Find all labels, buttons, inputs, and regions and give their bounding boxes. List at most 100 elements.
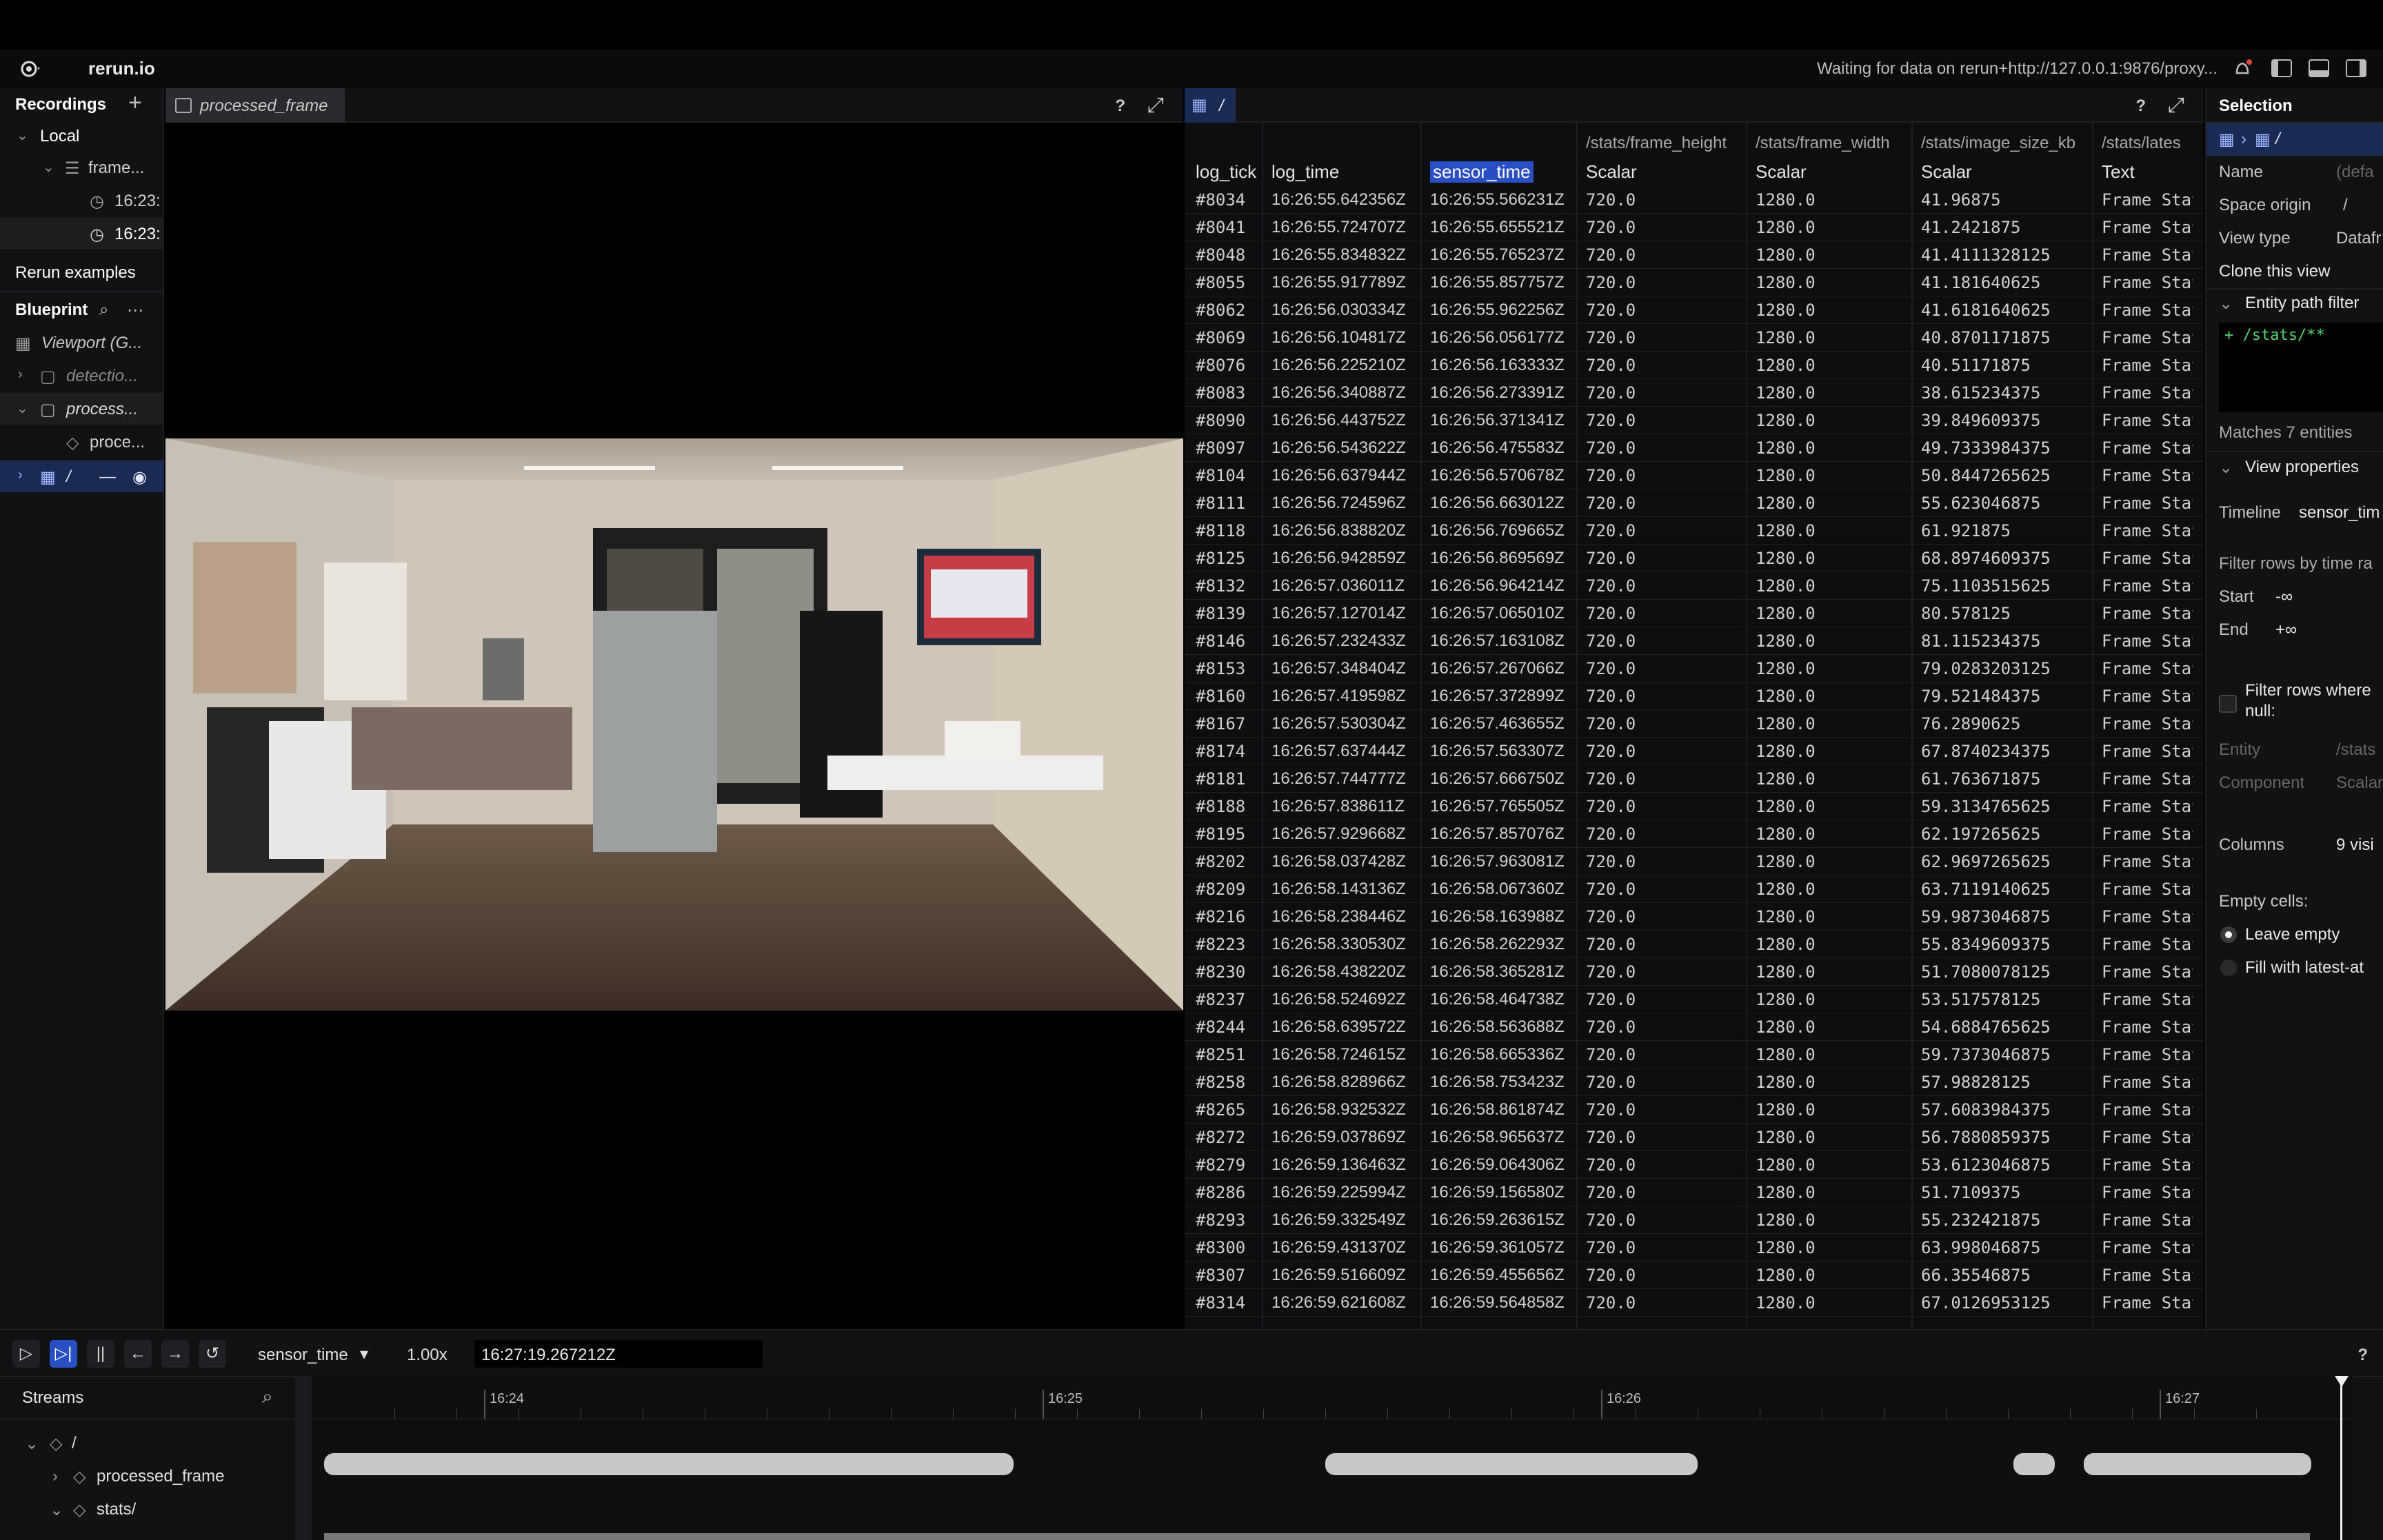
follow-icon[interactable]: ▷| [50, 1340, 77, 1368]
tree-item-processed-child[interactable]: ◇ proce... [0, 426, 164, 458]
filter-null-checkbox[interactable] [2219, 695, 2237, 713]
table-row[interactable]: #8307 16:26:59.516609Z 16:26:59.455656Z 720… [1185, 1262, 2204, 1289]
chevron-right-icon[interactable]: › [18, 367, 23, 383]
chevron-right-icon[interactable]: › [52, 1467, 58, 1486]
table-row[interactable]: #8139 16:26:57.127014Z 16:26:57.065010Z 720… [1185, 600, 2204, 627]
playback-speed[interactable]: 1.00x [407, 1346, 448, 1365]
table-row[interactable]: #8230 16:26:58.438220Z 16:26:58.365281Z 720… [1185, 958, 2204, 986]
table-row[interactable]: #8223 16:26:58.330530Z 16:26:58.262293Z 720… [1185, 931, 2204, 958]
rerun-logo-icon[interactable] [19, 58, 41, 80]
column-header[interactable]: Scalar [1921, 161, 1972, 183]
rerun-examples-link[interactable]: Rerun examples [0, 256, 164, 288]
table-row[interactable]: #8034 16:26:55.642356Z 16:26:55.566231Z 720… [1185, 186, 2204, 214]
dataframe-table[interactable]: /stats/frame_height/stats/frame_width/st… [1185, 123, 2204, 1329]
table-row[interactable]: #8076 16:26:56.225210Z 16:26:56.163333Z 720… [1185, 352, 2204, 379]
table-row[interactable]: #8055 16:26:55.917789Z 16:26:55.857757Z 720… [1185, 269, 2204, 296]
chevron-right-icon[interactable]: › [18, 467, 23, 483]
table-row[interactable]: #8237 16:26:58.524692Z 16:26:58.464738Z 720… [1185, 986, 2204, 1013]
chevron-down-icon[interactable]: ▾ [360, 1344, 368, 1364]
table-row[interactable]: #8083 16:26:56.340887Z 16:26:56.273391Z 720… [1185, 379, 2204, 407]
maximize-icon[interactable]: ⤢ [2168, 94, 2184, 117]
chevron-down-icon[interactable]: ⌄ [17, 400, 28, 417]
table-row[interactable]: #8104 16:26:56.637944Z 16:26:56.570678Z 720… [1185, 462, 2204, 489]
add-recording-icon[interactable]: + [128, 90, 142, 116]
stream-processed-frame[interactable]: processed_frame [97, 1467, 224, 1486]
name-input[interactable]: (defa [2336, 163, 2374, 182]
tab-processed-frame[interactable]: processed_frame [165, 88, 345, 123]
maximize-icon[interactable]: ⤢ [1147, 94, 1164, 117]
table-row[interactable]: #8265 16:26:58.932532Z 16:26:58.861874Z 720… [1185, 1096, 2204, 1124]
table-row[interactable]: #8188 16:26:57.838611Z 16:26:57.765505Z 720… [1185, 793, 2204, 820]
table-row[interactable]: #8097 16:26:56.543622Z 16:26:56.475583Z 720… [1185, 434, 2204, 462]
table-row[interactable]: #8132 16:26:57.036011Z 16:26:56.964214Z 720… [1185, 572, 2204, 600]
radio-leave-empty[interactable] [2220, 926, 2237, 943]
table-row[interactable]: #8153 16:26:57.348404Z 16:26:57.267066Z 720… [1185, 655, 2204, 682]
column-header[interactable]: Scalar [1586, 161, 1637, 183]
stream-data-bar[interactable] [2084, 1453, 2311, 1475]
step-back-icon[interactable]: ← [124, 1340, 152, 1368]
recording-item-2[interactable]: ◷ 16:23: [0, 218, 164, 250]
chevron-down-icon[interactable]: ⌄ [43, 159, 54, 176]
table-row[interactable]: #8251 16:26:58.724615Z 16:26:58.665336Z 720… [1185, 1041, 2204, 1068]
toggle-right-panel-icon[interactable] [2346, 59, 2366, 77]
table-row[interactable]: #8146 16:26:57.232433Z 16:26:57.163108Z 720… [1185, 627, 2204, 655]
step-forward-icon[interactable]: → [161, 1340, 189, 1368]
tree-item-frame[interactable]: ⌄ ☰ frame... [0, 152, 164, 183]
table-row[interactable]: #8048 16:26:55.834832Z 16:26:55.765237Z 720… [1185, 241, 2204, 269]
search-icon[interactable]: ⌕ [262, 1386, 273, 1408]
table-row[interactable]: #8195 16:26:57.929668Z 16:26:57.857076Z 720… [1185, 820, 2204, 848]
stream-stats[interactable]: stats/ [97, 1500, 136, 1519]
chevron-down-icon[interactable]: ⌄ [2219, 458, 2233, 478]
column-header[interactable]: Text [2102, 161, 2135, 183]
columns-value[interactable]: 9 visi [2336, 835, 2374, 855]
stream-root[interactable]: / [72, 1434, 77, 1453]
table-row[interactable]: #8160 16:26:57.419598Z 16:26:57.372899Z 720… [1185, 682, 2204, 710]
column-header[interactable]: sensor_time [1430, 161, 1534, 183]
table-row[interactable]: #8181 16:26:57.744777Z 16:26:57.666750Z 720… [1185, 765, 2204, 793]
chevron-down-icon[interactable]: ⌄ [25, 1434, 39, 1454]
loop-icon[interactable]: ↺ [199, 1340, 226, 1368]
stream-data-bar[interactable] [2013, 1453, 2055, 1475]
time-cursor[interactable] [2340, 1376, 2342, 1540]
table-row[interactable]: #8279 16:26:59.136463Z 16:26:59.064306Z 720… [1185, 1151, 2204, 1179]
table-row[interactable]: #8174 16:26:57.637444Z 16:26:57.563307Z 720… [1185, 738, 2204, 765]
table-row[interactable]: #8202 16:26:58.037428Z 16:26:57.963081Z 720… [1185, 848, 2204, 875]
recording-item-1[interactable]: ◷ 16:23: [0, 185, 164, 216]
image-viewer[interactable] [165, 123, 1183, 1329]
tree-item-processed[interactable]: ⌄ ▢ process... [0, 393, 164, 425]
toggle-bottom-panel-icon[interactable] [2309, 59, 2329, 77]
chevron-down-icon[interactable]: ⌄ [17, 127, 28, 144]
table-row[interactable]: #8314 16:26:59.621608Z 16:26:59.564858Z 720… [1185, 1289, 2204, 1317]
column-header[interactable]: Scalar [1756, 161, 1807, 183]
chevron-down-icon[interactable]: ⌄ [50, 1500, 63, 1520]
help-icon[interactable]: ? [1115, 97, 1125, 116]
table-row[interactable]: #8125 16:26:56.942859Z 16:26:56.869569Z 720… [1185, 545, 2204, 572]
tree-item-root-view[interactable]: › ▦ / — ◉ [0, 460, 164, 492]
table-row[interactable]: #8258 16:26:58.828966Z 16:26:58.753423Z 720… [1185, 1068, 2204, 1096]
entity-filter-editor[interactable]: + /stats/** [2219, 323, 2383, 412]
timeline-select[interactable]: sensor_tim [2299, 503, 2380, 523]
toggle-left-panel-icon[interactable] [2271, 59, 2292, 77]
radio-fill-latest[interactable] [2220, 960, 2237, 976]
tree-item-detection[interactable]: › ▢ detectio... [0, 360, 164, 392]
table-row[interactable]: #8069 16:26:56.104817Z 16:26:56.056177Z 720… [1185, 324, 2204, 352]
remove-icon[interactable]: — [99, 467, 116, 487]
current-time-input[interactable]: 16:27:19.267212Z [474, 1340, 763, 1368]
column-header[interactable]: log_time [1271, 161, 1339, 183]
table-row[interactable]: #8286 16:26:59.225994Z 16:26:59.156580Z 720… [1185, 1179, 2204, 1206]
timeline-selector[interactable]: sensor_time [258, 1346, 348, 1365]
table-row[interactable]: #8167 16:26:57.530304Z 16:26:57.463655Z 720… [1185, 710, 2204, 738]
entity-filter-title[interactable]: Entity path filter [2245, 294, 2359, 313]
help-icon[interactable]: ? [2357, 1346, 2368, 1365]
play-icon[interactable]: ▷ [12, 1340, 40, 1368]
table-row[interactable]: #8300 16:26:59.431370Z 16:26:59.361057Z 720… [1185, 1234, 2204, 1262]
end-value[interactable]: +∞ [2275, 620, 2297, 640]
table-row[interactable]: #8090 16:26:56.443752Z 16:26:56.371341Z 720… [1185, 407, 2204, 434]
tab-root-table[interactable]: ▦ / [1185, 88, 1236, 123]
help-icon[interactable]: ? [2135, 97, 2146, 116]
time-ruler[interactable]: 16:24 16:25 16:26 16:27 [312, 1376, 2353, 1540]
notification-bell-icon[interactable] [2231, 58, 2253, 80]
clone-view-button[interactable]: Clone this view [2219, 262, 2330, 281]
visibility-eye-icon[interactable]: ◉ [132, 467, 147, 487]
start-value[interactable]: -∞ [2275, 587, 2293, 607]
